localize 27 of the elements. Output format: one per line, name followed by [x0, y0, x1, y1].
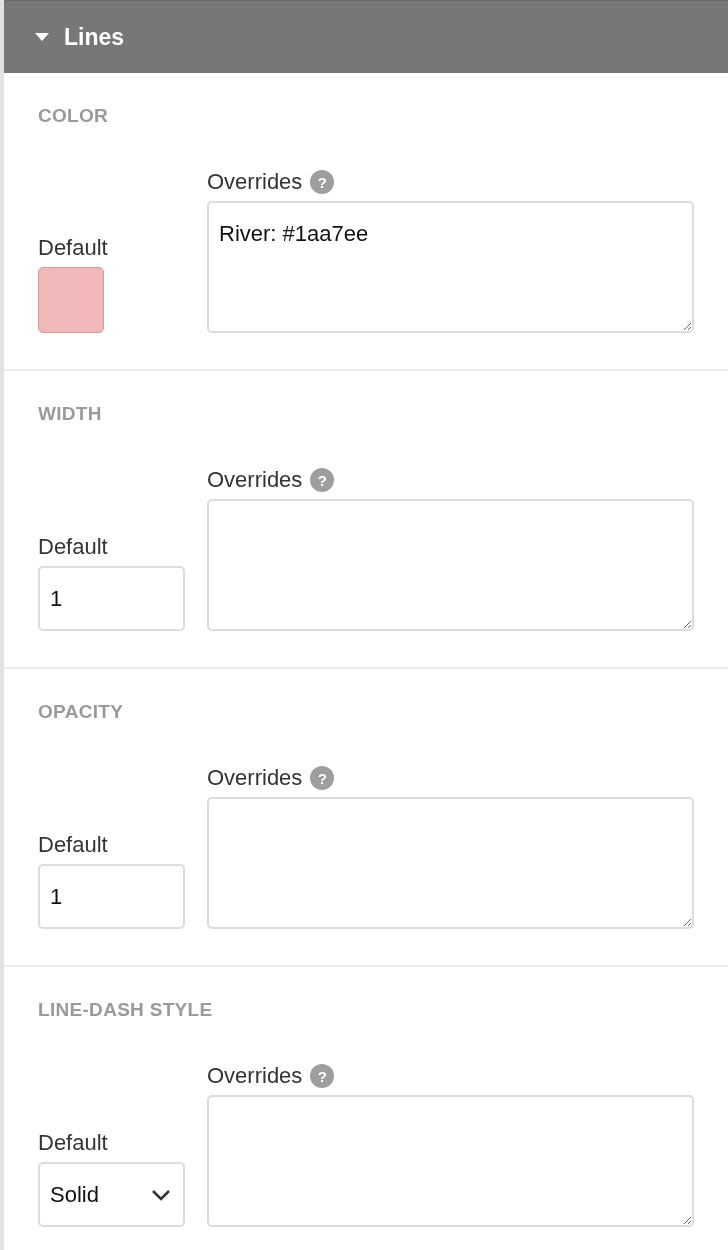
- section-title: COLOR: [38, 105, 110, 127]
- help-icon[interactable]: ?: [310, 766, 335, 790]
- caret-down-icon: [34, 31, 50, 43]
- default-label: Default: [38, 1130, 108, 1156]
- overrides-field[interactable]: River: #1aa7ee: [207, 201, 694, 333]
- help-icon[interactable]: ?: [310, 1064, 335, 1088]
- section-title: OPACITY: [38, 701, 125, 723]
- default-input[interactable]: 1: [38, 864, 185, 929]
- section-title: WIDTH: [38, 403, 103, 425]
- overrides-label: Overrides: [207, 765, 303, 791]
- default-label: Default: [38, 832, 108, 858]
- default-label: Default: [38, 235, 108, 261]
- overrides-label: Overrides: [207, 467, 303, 493]
- default-select[interactable]: Solid: [38, 1162, 185, 1227]
- panel-header[interactable]: Lines: [4, 0, 728, 73]
- overrides-label: Overrides: [207, 169, 303, 195]
- color-swatch[interactable]: [38, 267, 104, 333]
- chevron-down-icon: [151, 1188, 171, 1201]
- overrides-field[interactable]: [207, 1095, 694, 1227]
- default-input[interactable]: 1: [38, 566, 185, 631]
- overrides-label: Overrides: [207, 1063, 303, 1089]
- default-label: Default: [38, 534, 108, 560]
- overrides-field[interactable]: [207, 499, 694, 631]
- section-title: LINE-DASH STYLE: [38, 999, 214, 1021]
- overrides-field[interactable]: [207, 797, 694, 929]
- help-icon[interactable]: ?: [310, 468, 335, 492]
- help-icon[interactable]: ?: [310, 170, 335, 194]
